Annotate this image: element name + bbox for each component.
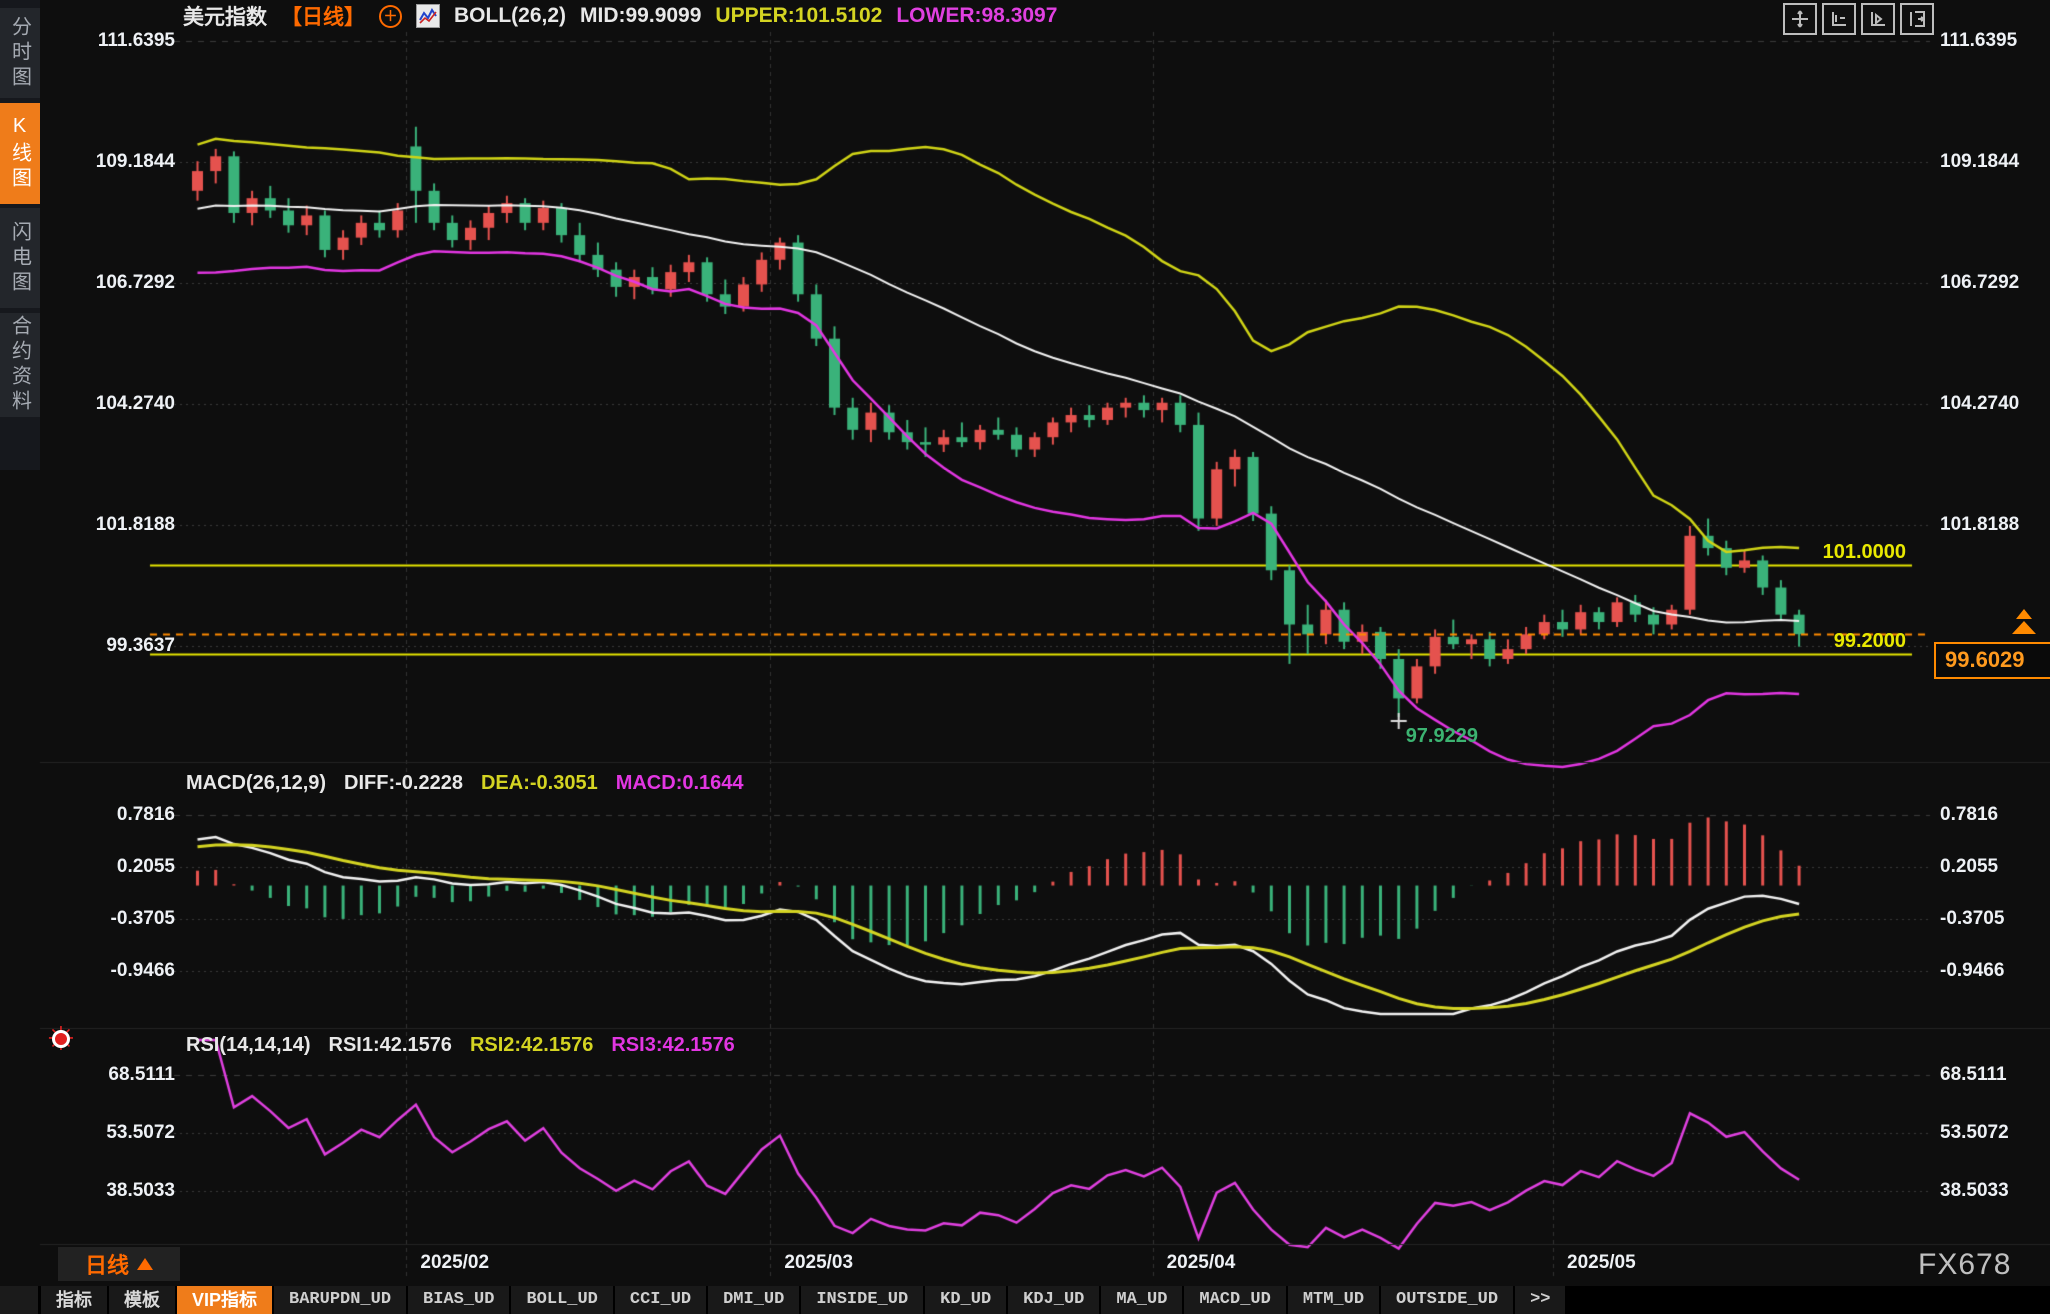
sidebar-item-3[interactable]: 合约资料 bbox=[0, 313, 40, 417]
macd-dea-value: DEA:-0.3051 bbox=[480, 772, 598, 794]
y-axis-tick-main-right: 109.1844 bbox=[1940, 150, 2020, 172]
chart-canvas[interactable] bbox=[0, 0, 2050, 1314]
bottom-tab-3[interactable]: BARUPDN_UD bbox=[274, 1286, 409, 1314]
horizontal-line-label-1: 99.2000 bbox=[1833, 630, 1906, 653]
y-axis-tick-macd-left: 0.2055 bbox=[116, 856, 175, 877]
bottom-tab-11[interactable]: MA_UD bbox=[1101, 1286, 1185, 1314]
y-axis-tick-macd-right: -0.9466 bbox=[1940, 959, 2005, 981]
sidebar: 分时图 K线图 闪电图合约资料 bbox=[0, 0, 40, 470]
price-up-arrow-icon bbox=[2016, 609, 2032, 619]
price-up-arrow-icon bbox=[2012, 621, 2036, 634]
y-axis-tick-macd-left: 0.7816 bbox=[116, 804, 175, 825]
rsi2-value: RSI2:42.1576 bbox=[469, 1034, 594, 1056]
chart-toolbar bbox=[1783, 3, 1934, 35]
x-axis-date-label: 2025/02 bbox=[420, 1252, 490, 1273]
y-axis-tick-rsi-right: 53.5072 bbox=[1940, 1122, 2009, 1143]
bottom-tab-15[interactable]: >> bbox=[1515, 1286, 1568, 1314]
bottom-tab-0[interactable]: 指标 bbox=[41, 1286, 109, 1314]
axis-zoom-in-button[interactable] bbox=[1822, 3, 1856, 35]
horizontal-line-label-0: 101.0000 bbox=[1822, 541, 1906, 564]
period-selector-label: 日线 bbox=[84, 1253, 129, 1278]
triangle-up-icon bbox=[137, 1258, 153, 1270]
x-axis-date-label: 2025/03 bbox=[784, 1252, 854, 1273]
bottom-tab-bar: 指标 模板 VIP指标 BARUPDN_UD BIAS_UD BOLL_UD CCI_UD D… bbox=[0, 1286, 2050, 1314]
add-indicator-icon[interactable]: ＋ bbox=[379, 4, 402, 28]
x-axis-date-label: 2025/05 bbox=[1567, 1252, 1636, 1273]
bottom-tab-12[interactable]: MACD_UD bbox=[1184, 1286, 1288, 1314]
y-axis-tick-rsi-left: 38.5033 bbox=[106, 1179, 175, 1201]
y-axis-tick-macd-right: 0.7816 bbox=[1940, 804, 1999, 825]
alarm-icon[interactable]: ✳ bbox=[44, 1022, 78, 1056]
y-axis-tick-main-left: 104.2740 bbox=[95, 393, 175, 414]
rsi3-value: RSI3:42.1576 bbox=[611, 1034, 735, 1056]
move-crosshair-button[interactable] bbox=[1783, 3, 1817, 35]
period-selector[interactable]: 日线 bbox=[58, 1247, 180, 1281]
watermark: FX678 bbox=[1918, 1248, 2012, 1281]
y-axis-tick-main-left: 106.7292 bbox=[95, 271, 175, 293]
boll-title: BOLL(26,2) bbox=[454, 4, 567, 27]
y-axis-tick-macd-right: -0.3705 bbox=[1940, 907, 2005, 929]
boll-mid-value: MID:99.9099 bbox=[580, 4, 702, 27]
bottom-tab-4[interactable]: BIAS_UD bbox=[408, 1286, 512, 1314]
macd-diff-value: DIFF:-0.2228 bbox=[344, 772, 463, 794]
chart-application: { "sidebar": {"items": [ {"label": "分时图"… bbox=[0, 0, 2050, 1314]
macd-value: MACD:0.1644 bbox=[615, 772, 744, 794]
sidebar-item-1[interactable]: K线图 bbox=[0, 103, 40, 204]
y-axis-tick-macd-left: -0.9466 bbox=[110, 959, 175, 981]
chart-header: 美元指数 【日线】 ＋ BOLL(26,2) MID:99.9099 UPPER… bbox=[183, 3, 1057, 29]
y-axis-tick-rsi-right: 38.5033 bbox=[1940, 1179, 2009, 1201]
bottom-tab-14[interactable]: OUTSIDE_UD bbox=[1381, 1286, 1516, 1314]
y-axis-tick-main-right: 106.7292 bbox=[1940, 271, 2020, 293]
y-axis-tick-main-left: 101.8188 bbox=[95, 514, 175, 535]
bottom-tab-13[interactable]: MTM_UD bbox=[1287, 1286, 1382, 1314]
bottom-tab-7[interactable]: DMI_UD bbox=[708, 1286, 802, 1314]
rsi-title: RSI(14,14,14) bbox=[186, 1034, 311, 1056]
panel-collapse-button[interactable] bbox=[1900, 3, 1934, 35]
macd-header: MACD(26,12,9) DIFF:-0.2228 DEA:-0.3051 M… bbox=[186, 772, 744, 795]
y-axis-tick-rsi-left: 68.5111 bbox=[108, 1064, 175, 1085]
sidebar-item-2[interactable]: 闪电图 bbox=[0, 208, 40, 308]
y-axis-tick-macd-left: -0.3705 bbox=[110, 907, 175, 929]
bottom-tab-8[interactable]: INSIDE_UD bbox=[801, 1286, 926, 1314]
y-axis-tick-main-right: 104.2740 bbox=[1940, 393, 2020, 414]
bottom-tab-6[interactable]: CCI_UD bbox=[614, 1286, 709, 1314]
boll-upper-value: UPPER:101.5102 bbox=[715, 4, 883, 27]
low-price-annotation: 97.9229 bbox=[1405, 725, 1478, 747]
y-axis-tick-main-left: 99.3637 bbox=[106, 635, 175, 656]
tabbar-stub bbox=[0, 1286, 38, 1314]
axis-zoom-out-button[interactable] bbox=[1861, 3, 1895, 35]
mini-chart-icon bbox=[416, 4, 440, 28]
y-axis-tick-main-right: 101.8188 bbox=[1940, 514, 2020, 535]
period-tag[interactable]: 【日线】 bbox=[281, 1, 365, 31]
y-axis-tick-main-left: 109.1844 bbox=[95, 150, 175, 172]
macd-title: MACD(26,12,9) bbox=[186, 772, 327, 794]
x-axis-date-label: 2025/04 bbox=[1166, 1252, 1236, 1273]
current-price-box: 99.6029 bbox=[1934, 642, 2050, 680]
boll-lower-value: LOWER:98.3097 bbox=[896, 4, 1058, 27]
bottom-tab-1[interactable]: 模板 bbox=[109, 1286, 177, 1314]
bottom-tab-9[interactable]: KD_UD bbox=[925, 1286, 1009, 1314]
rsi-header: RSI(14,14,14) RSI1:42.1576 RSI2:42.1576 … bbox=[186, 1034, 735, 1057]
rsi1-value: RSI1:42.1576 bbox=[328, 1034, 452, 1056]
bottom-tab-5[interactable]: BOLL_UD bbox=[511, 1286, 615, 1314]
y-axis-tick-main-right: 111.6395 bbox=[1940, 30, 2018, 51]
sidebar-item-0[interactable]: 分时图 bbox=[0, 8, 40, 98]
y-axis-tick-macd-right: 0.2055 bbox=[1940, 856, 1999, 877]
y-axis-tick-rsi-left: 53.5072 bbox=[106, 1122, 175, 1143]
y-axis-tick-rsi-right: 68.5111 bbox=[1940, 1064, 2007, 1085]
bottom-tab-10[interactable]: KDJ_UD bbox=[1008, 1286, 1102, 1314]
bottom-tab-2[interactable]: VIP指标 bbox=[177, 1286, 275, 1314]
symbol-title: 美元指数 bbox=[183, 6, 267, 29]
y-axis-tick-main-left: 111.6395 bbox=[97, 30, 175, 51]
